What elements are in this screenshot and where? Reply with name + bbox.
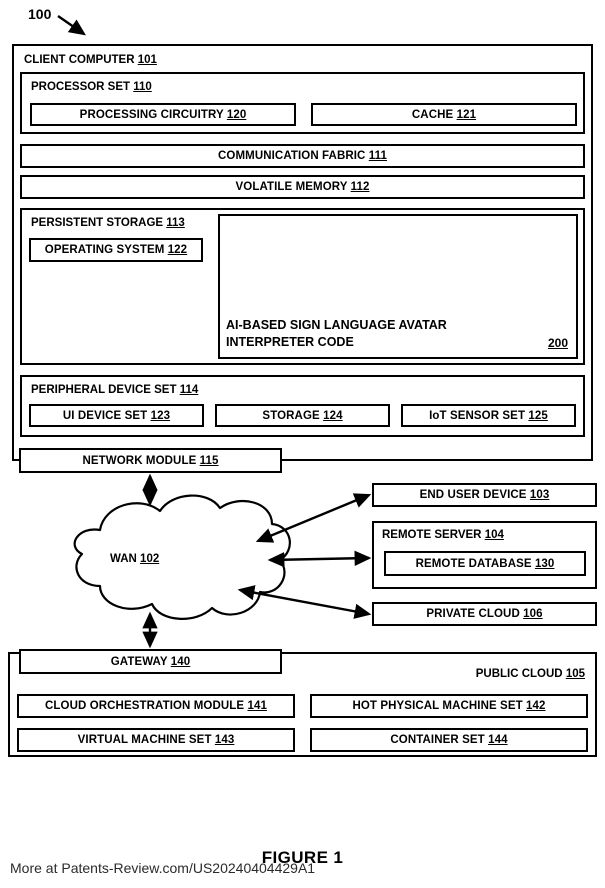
volatile-memory-ref: 112 xyxy=(350,181,370,193)
processing-circuitry-ref: 120 xyxy=(226,108,247,121)
container-set-label: CONTAINER SET 144 xyxy=(312,734,586,746)
container-set-box: CONTAINER SET 144 xyxy=(310,728,588,752)
volatile-memory-label: VOLATILE MEMORY 112 xyxy=(22,181,583,193)
ui-device-set-ref: 123 xyxy=(150,409,171,422)
container-set-label-text: CONTAINER SET xyxy=(390,734,485,746)
processor-set-ref: 110 xyxy=(133,81,152,93)
processing-circuitry-label-text: PROCESSING CIRCUITRY xyxy=(79,108,224,121)
arrow-wan-to-remote-server xyxy=(267,550,372,568)
iot-sensor-set-box: IoT SENSOR SET 125 xyxy=(401,404,576,427)
virtual-machine-set-label: VIRTUAL MACHINE SET 143 xyxy=(19,734,293,746)
persistent-storage-label: PERSISTENT STORAGE 113 xyxy=(31,217,185,229)
peripheral-device-set-ref: 114 xyxy=(179,384,199,396)
hot-physical-machine-set-box: HOT PHYSICAL MACHINE SET 142 xyxy=(310,694,588,718)
private-cloud-box: PRIVATE CLOUD 106 xyxy=(372,602,597,626)
client-computer-ref: 101 xyxy=(137,54,157,66)
watermark-text: More at Patents-Review.com/US20240404429… xyxy=(10,860,316,876)
cache-ref: 121 xyxy=(456,108,477,121)
client-computer-label: CLIENT COMPUTER 101 xyxy=(24,54,157,66)
figure-ref-leader-arrow xyxy=(57,15,86,36)
public-cloud-label: PUBLIC CLOUD 105 xyxy=(476,668,585,680)
hot-physical-machine-set-ref: 142 xyxy=(526,700,546,712)
operating-system-label-text: OPERATING SYSTEM xyxy=(44,244,165,256)
end-user-device-label: END USER DEVICE 103 xyxy=(374,489,595,501)
processor-set-label-text: PROCESSOR SET xyxy=(31,81,131,93)
volatile-memory-label-text: VOLATILE MEMORY xyxy=(235,181,348,193)
wan-label-text: WAN xyxy=(110,553,137,565)
end-user-device-box: END USER DEVICE 103 xyxy=(372,483,597,507)
remote-database-ref: 130 xyxy=(534,557,555,570)
communication-fabric-label-text: COMMUNICATION FABRIC xyxy=(218,150,366,162)
network-module-label-text: NETWORK MODULE xyxy=(82,454,197,467)
client-computer-label-text: CLIENT COMPUTER xyxy=(24,54,135,66)
private-cloud-label: PRIVATE CLOUD 106 xyxy=(374,608,595,620)
processing-circuitry-label: PROCESSING CIRCUITRY 120 xyxy=(32,109,294,121)
interpreter-code-ref: 200 xyxy=(547,336,568,350)
storage-ref: 124 xyxy=(323,409,343,422)
processing-circuitry-box: PROCESSING CIRCUITRY 120 xyxy=(30,103,296,126)
cloud-orchestration-module-label-text: CLOUD ORCHESTRATION MODULE xyxy=(45,700,245,712)
persistent-storage-label-text: PERSISTENT STORAGE xyxy=(31,217,164,229)
public-cloud-label-text: PUBLIC CLOUD xyxy=(475,668,563,680)
remote-server-ref: 104 xyxy=(484,529,504,541)
virtual-machine-set-box: VIRTUAL MACHINE SET 143 xyxy=(17,728,295,752)
gateway-box: GATEWAY 140 xyxy=(19,649,282,674)
ui-device-set-label: UI DEVICE SET 123 xyxy=(31,410,202,422)
cache-box: CACHE 121 xyxy=(311,103,577,126)
communication-fabric-ref: 111 xyxy=(368,150,387,162)
gateway-label-text: GATEWAY xyxy=(110,655,168,668)
network-module-box: NETWORK MODULE 115 xyxy=(19,448,282,473)
end-user-device-label-text: END USER DEVICE xyxy=(419,489,527,501)
private-cloud-ref: 106 xyxy=(523,608,543,620)
iot-sensor-set-label-text: IoT SENSOR SET xyxy=(429,409,526,422)
network-module-label: NETWORK MODULE 115 xyxy=(21,455,280,467)
interpreter-code-label: AI-BASED SIGN LANGUAGE AVATAR INTERPRETE… xyxy=(226,318,447,349)
end-user-device-ref: 103 xyxy=(529,489,550,501)
operating-system-box: OPERATING SYSTEM 122 xyxy=(29,238,203,262)
iot-sensor-set-label: IoT SENSOR SET 125 xyxy=(403,410,574,422)
storage-box: STORAGE 124 xyxy=(215,404,390,427)
gateway-ref: 140 xyxy=(170,655,191,668)
cache-label: CACHE 121 xyxy=(313,109,575,121)
public-cloud-ref: 105 xyxy=(565,668,585,680)
storage-label: STORAGE 124 xyxy=(217,410,388,422)
figure-ref-number: 100 xyxy=(28,6,52,22)
ui-device-set-box: UI DEVICE SET 123 xyxy=(29,404,204,427)
remote-server-label-text: REMOTE SERVER xyxy=(382,529,482,541)
operating-system-ref: 122 xyxy=(167,244,188,256)
remote-database-box: REMOTE DATABASE 130 xyxy=(384,551,586,576)
cloud-orchestration-module-ref: 141 xyxy=(247,700,267,712)
hot-physical-machine-set-label: HOT PHYSICAL MACHINE SET 142 xyxy=(312,700,586,712)
virtual-machine-set-ref: 143 xyxy=(214,734,235,746)
cloud-orchestration-module-label: CLOUD ORCHESTRATION MODULE 141 xyxy=(19,700,293,712)
peripheral-device-set-label: PERIPHERAL DEVICE SET 114 xyxy=(31,384,198,396)
processor-set-label: PROCESSOR SET 110 xyxy=(31,81,152,93)
operating-system-label: OPERATING SYSTEM 122 xyxy=(31,244,201,256)
network-module-ref: 115 xyxy=(199,454,219,467)
arrow-wan-to-private-cloud xyxy=(237,585,372,619)
container-set-ref: 144 xyxy=(488,734,508,746)
communication-fabric-box: COMMUNICATION FABRIC 111 xyxy=(20,144,585,168)
iot-sensor-set-ref: 125 xyxy=(528,409,548,422)
remote-database-label-text: REMOTE DATABASE xyxy=(415,557,532,570)
arrow-wan-to-end-user-device xyxy=(255,493,372,543)
storage-label-text: STORAGE xyxy=(262,409,320,422)
cache-label-text: CACHE xyxy=(411,108,454,121)
peripheral-device-set-label-text: PERIPHERAL DEVICE SET xyxy=(31,384,177,396)
gateway-label: GATEWAY 140 xyxy=(21,656,280,668)
volatile-memory-box: VOLATILE MEMORY 112 xyxy=(20,175,585,199)
virtual-machine-set-label-text: VIRTUAL MACHINE SET xyxy=(77,734,212,746)
wan-label: WAN 102 xyxy=(110,553,159,565)
hot-physical-machine-set-label-text: HOT PHYSICAL MACHINE SET xyxy=(352,700,523,712)
wan-ref: 102 xyxy=(140,553,160,565)
wan-cloud-shape xyxy=(73,494,291,620)
persistent-storage-ref: 113 xyxy=(166,217,185,229)
remote-server-label: REMOTE SERVER 104 xyxy=(382,529,504,541)
ui-device-set-label-text: UI DEVICE SET xyxy=(62,409,148,422)
private-cloud-label-text: PRIVATE CLOUD xyxy=(426,608,520,620)
communication-fabric-label: COMMUNICATION FABRIC 111 xyxy=(22,150,583,162)
cloud-orchestration-module-box: CLOUD ORCHESTRATION MODULE 141 xyxy=(17,694,295,718)
remote-database-label: REMOTE DATABASE 130 xyxy=(386,558,584,570)
interpreter-code-box: AI-BASED SIGN LANGUAGE AVATAR INTERPRETE… xyxy=(218,214,578,359)
